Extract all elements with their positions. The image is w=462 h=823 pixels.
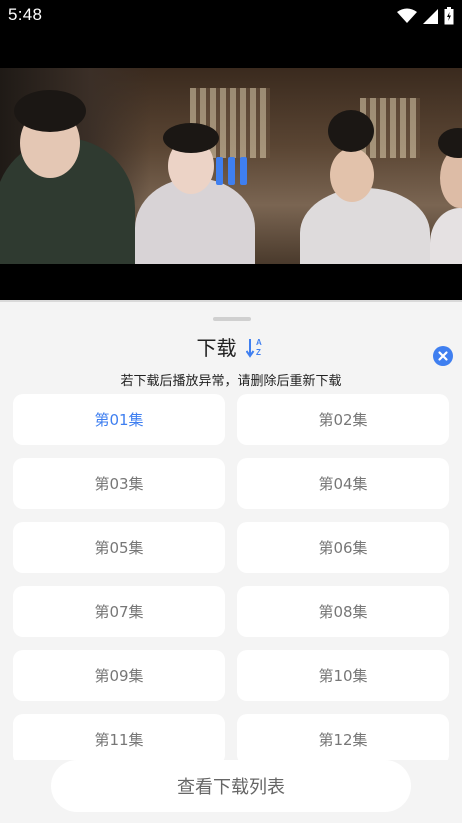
close-circle-icon xyxy=(438,351,448,361)
status-icons xyxy=(397,6,454,26)
sheet-header: 下载 A Z xyxy=(0,332,462,362)
video-figure-hair xyxy=(438,128,462,158)
episode-item[interactable]: 第02集 xyxy=(237,394,449,445)
video-figure xyxy=(300,188,430,264)
wifi-icon xyxy=(397,8,417,23)
download-notice: 若下载后播放异常，请删除后重新下载 xyxy=(120,374,342,389)
video-figure-hair xyxy=(14,90,86,132)
episode-item[interactable]: 第12集 xyxy=(237,714,449,760)
episode-item[interactable]: 第06集 xyxy=(237,522,449,573)
video-figure-hair xyxy=(328,110,374,152)
svg-text:Z: Z xyxy=(256,348,261,357)
episode-list[interactable]: 第01集 第02集 第03集 第04集 第05集 第06集 第07集 第08集 第09集 第10集… xyxy=(13,394,449,760)
sheet-title: 下载 xyxy=(196,336,237,360)
video-figure-hair xyxy=(163,123,219,153)
episode-item[interactable]: 第03集 xyxy=(13,458,225,509)
download-sheet: 下载 A Z 若下载后播放异常，请删除后重新下载 第01集 第02集 第03集 第04… xyxy=(0,300,462,823)
cellular-signal-icon xyxy=(423,8,438,24)
view-download-list-button[interactable]: 查看下载列表 xyxy=(51,760,411,812)
episode-item[interactable]: 第04集 xyxy=(237,458,449,509)
close-button[interactable] xyxy=(433,346,453,366)
episode-item[interactable]: 第11集 xyxy=(13,714,225,760)
status-time: 5:48 xyxy=(8,5,43,24)
drag-handle[interactable] xyxy=(213,317,251,321)
episode-item[interactable]: 第01集 xyxy=(13,394,225,445)
loading-indicator-icon xyxy=(216,157,248,185)
video-figure-head xyxy=(330,148,374,202)
episode-item[interactable]: 第07集 xyxy=(13,586,225,637)
svg-text:A: A xyxy=(256,338,262,347)
episode-grid: 第01集 第02集 第03集 第04集 第05集 第06集 第07集 第08集 第09集 第10集… xyxy=(13,394,449,760)
status-bar: 5:48 xyxy=(0,0,462,32)
episode-item[interactable]: 第08集 xyxy=(237,586,449,637)
episode-item[interactable]: 第09集 xyxy=(13,650,225,701)
sort-az-icon[interactable]: A Z xyxy=(245,335,266,359)
battery-icon xyxy=(444,7,454,25)
episode-item[interactable]: 第05集 xyxy=(13,522,225,573)
video-figure xyxy=(430,208,462,264)
episode-item[interactable]: 第10集 xyxy=(237,650,449,701)
